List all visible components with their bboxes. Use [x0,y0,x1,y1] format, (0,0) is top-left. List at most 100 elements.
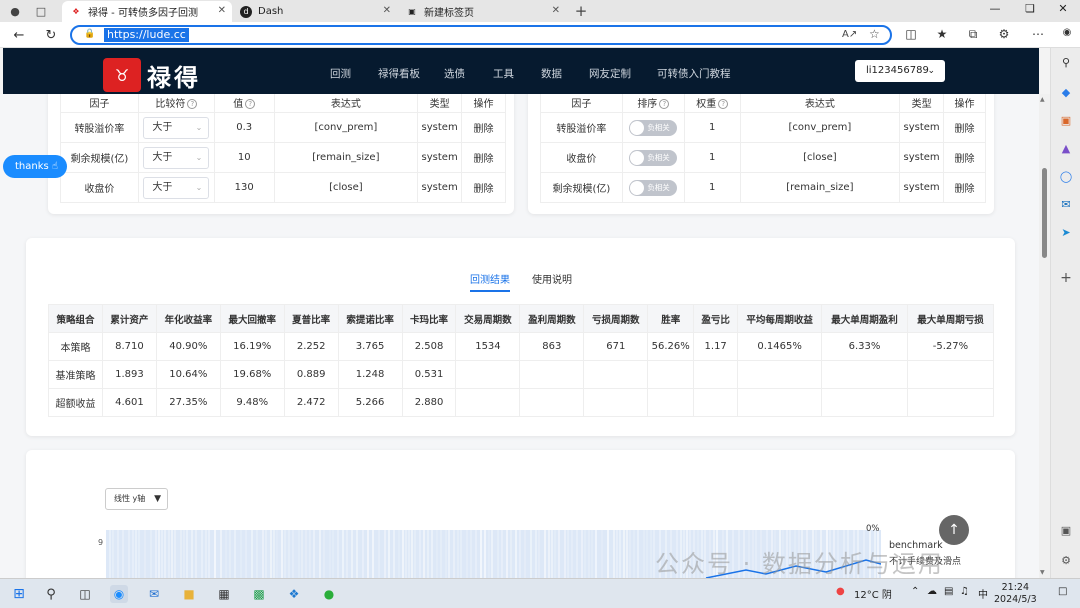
task-view-icon[interactable]: ◫ [76,585,94,603]
compare-select[interactable]: 大于 ⌄ [143,176,210,199]
type-cell: system [899,112,945,143]
outlook-icon[interactable]: ✉ [1057,198,1075,214]
delete-button[interactable]: 删除 [461,142,506,173]
mail-icon[interactable]: ✉ [145,585,163,603]
screenshot-icon[interactable]: ▣ [1057,524,1075,540]
close-tab-icon[interactable]: ✕ [218,5,226,16]
weight-cell[interactable]: 1 [683,172,741,203]
nav-data[interactable]: 数据 [541,66,562,81]
value-cell[interactable]: 130 [213,172,275,203]
cloud-icon[interactable]: ☁ [927,586,937,597]
data-cell: 2.252 [283,332,339,361]
col-header: 夏普比率 [283,304,339,333]
read-aloud-icon[interactable]: A↗ [842,29,857,40]
value-cell[interactable]: 10 [213,142,275,173]
bull-logo-icon[interactable]: ♉ [103,58,141,92]
help-icon[interactable]: ? [659,99,670,109]
delete-button[interactable]: 删除 [943,142,986,173]
help-icon[interactable]: ? [187,99,198,109]
weather-text[interactable]: 12°C 阴 [854,586,892,601]
ime-indicator[interactable]: 中 [978,586,988,601]
site-logo-text[interactable]: 禄得 [147,58,201,93]
add-sidebar-icon[interactable]: + [1057,270,1075,286]
volume-icon[interactable]: ♫ [960,586,969,597]
value-cell[interactable]: 0.3 [213,112,275,143]
tab-newtab[interactable]: ▣ 新建标签页 ✕ [398,1,566,22]
tray-expand-icon[interactable]: ⌃ [911,586,919,597]
compare-select[interactable]: 大于 ⌄ [143,146,210,169]
windows-start-icon[interactable]: ⊞ [10,585,28,603]
refresh-icon[interactable]: ↻ [42,26,60,44]
scroll-down-icon[interactable]: ▼ [1040,569,1045,576]
tab-lude[interactable]: ❖ 禄得 - 可转债多因子回测 ✕ [62,1,232,22]
help-icon[interactable]: ? [245,99,256,109]
file-explorer-icon[interactable]: ■ [180,585,198,603]
data-cell [906,360,995,389]
tab-results[interactable]: 回测结果 [470,271,510,286]
back-icon[interactable]: ← [10,26,28,44]
delete-button[interactable]: 删除 [943,112,986,143]
tab-dash[interactable]: d Dash ✕ [232,1,397,22]
restore-icon[interactable]: ❏ [1020,2,1040,15]
favorite-star-icon[interactable]: ☆ [869,27,880,41]
tab-instructions[interactable]: 使用说明 [532,271,572,286]
y-axis-select[interactable]: 线性 y轴 ▼ [105,488,168,510]
weight-cell[interactable]: 1 [683,142,741,173]
scroll-up-icon[interactable]: ▲ [1040,96,1045,103]
nav-backtest[interactable]: 回测 [330,66,351,81]
correlation-switch[interactable]: 负相关 [629,149,678,166]
terminal-icon[interactable]: ▩ [250,585,268,603]
games-icon[interactable]: ▲ [1057,142,1075,158]
nav-tools[interactable]: 工具 [493,66,514,81]
nav-custom[interactable]: 网友定制 [589,66,631,81]
store-icon[interactable]: ▦ [215,585,233,603]
window-close-icon[interactable]: ✕ [1053,2,1073,15]
minimize-icon[interactable]: — [985,2,1005,15]
compare-select[interactable]: 大于 ⌄ [143,116,210,139]
search-icon[interactable]: ⚲ [42,585,60,603]
extension-icon[interactable]: ⚙ [996,27,1012,41]
more-menu-icon[interactable]: ⋯ [1030,27,1046,41]
help-icon[interactable]: ? [718,99,729,109]
delete-button[interactable]: 删除 [461,112,506,143]
url-input[interactable]: 🔒 https://lude.cc A↗ ☆ [70,25,892,45]
search-icon[interactable]: ⚲ [1057,56,1075,72]
office-icon[interactable]: ◯ [1057,170,1075,186]
user-dropdown[interactable]: li123456789 ⌄ [855,60,945,82]
new-tab-icon[interactable]: + [572,2,590,20]
system-clock[interactable]: 21:24 2024/5/3 [994,582,1037,606]
delete-button[interactable]: 删除 [461,172,506,203]
correlation-switch[interactable]: 负相关 [629,119,678,136]
page-scrollbar[interactable]: ▲ ▼ [1039,94,1050,578]
settings-icon[interactable]: ⚙ [1057,554,1075,570]
tag-icon[interactable]: ◆ [1057,86,1075,102]
collections-icon[interactable]: ⧉ [965,27,981,42]
network-icon[interactable]: ▤ [944,586,953,597]
sort-cell: 负相关 [621,112,685,143]
data-cell: 16.19% [219,332,285,361]
favorites-icon[interactable]: ★ [934,27,950,41]
nav-tutorial[interactable]: 可转债入门教程 [657,66,731,81]
scroll-thumb[interactable] [1042,168,1047,258]
profile-icon[interactable]: ● [6,3,24,19]
vscode-icon[interactable]: ❖ [285,585,303,603]
correlation-switch[interactable]: 负相关 [629,179,678,196]
delete-button[interactable]: 删除 [943,172,986,203]
notification-icon[interactable]: □ [1058,586,1067,597]
back-to-top-icon[interactable]: ↑ [939,515,969,545]
nav-dashboard[interactable]: 禄得看板 [378,66,420,81]
edge-icon[interactable]: ◉ [110,585,128,603]
toolbox-icon[interactable]: ▣ [1057,114,1075,130]
copilot-icon[interactable]: ◉ [1059,27,1075,38]
data-cell: 8.710 [101,332,157,361]
close-tab-icon[interactable]: ✕ [552,5,560,16]
weight-cell[interactable]: 1 [683,112,741,143]
close-tab-icon[interactable]: ✕ [383,5,391,16]
table-row: 转股溢价率 大于 ⌄ 0.3 [conv_prem] system 删除 [60,112,506,143]
workspaces-icon[interactable]: □ [32,3,50,19]
wechat-icon[interactable]: ● [320,585,338,603]
send-icon[interactable]: ➤ [1057,226,1075,242]
thanks-button[interactable]: thanks ☝ [3,155,67,178]
nav-select-bond[interactable]: 选债 [444,66,465,81]
split-screen-icon[interactable]: ◫ [903,27,919,41]
